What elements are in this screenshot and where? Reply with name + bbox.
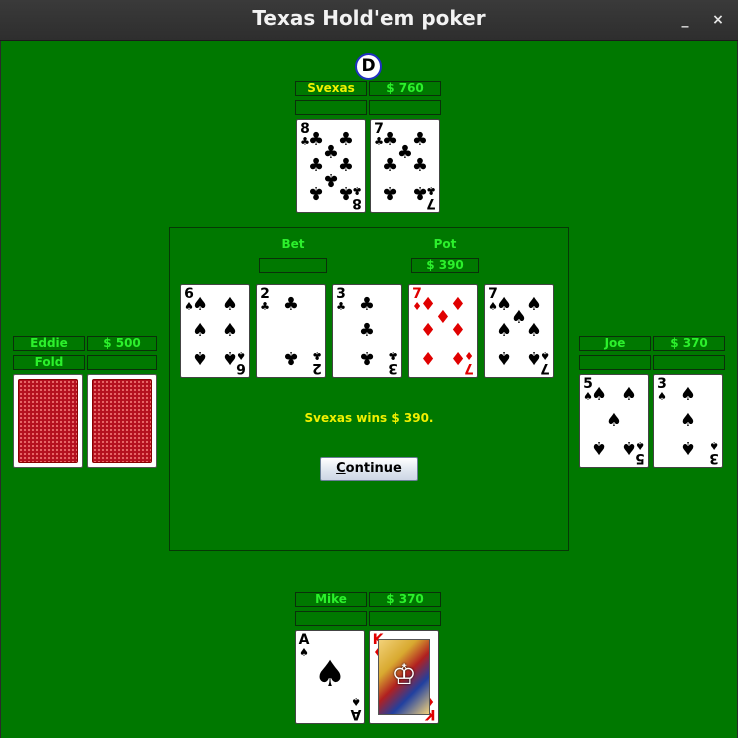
card-index: 3 ♠ (709, 439, 719, 466)
pot-value: $ 390 (411, 258, 479, 273)
player-right-bet (653, 355, 725, 370)
suit-pip-icon: ♦ (449, 346, 467, 368)
suit-pip-icon: ♣ (381, 155, 399, 176)
suit-pip-icon: ♦ (449, 320, 467, 341)
community-card: 6 ♠ 6 ♠ ♠ ♠ ♠ ♠ ♠ ♠ (180, 284, 250, 378)
player-bottom-name: Mike (295, 592, 367, 607)
suit-pip-icon: ♣ (358, 346, 376, 368)
card-index: A ♠ (298, 632, 310, 659)
suit-pip-icon: ♠ (191, 346, 209, 368)
player-right-action (579, 355, 651, 370)
player-top-name: Svexas (295, 81, 367, 96)
card-index: 3 ♣ (336, 286, 346, 313)
player-top-bet (369, 100, 441, 115)
suit-pip-icon: ♣ (282, 294, 300, 316)
title-bar: Texas Hold'em poker _ × (0, 0, 738, 41)
suit-pip-icon: ♠ (679, 384, 697, 406)
player-left-chips: $ 500 (87, 336, 157, 351)
suit-pip-icon: ♣ (411, 155, 429, 176)
player-top-card: 8 ♣ 8 ♣ ♣ ♣ ♣ ♣ ♣ ♣ ♣ ♣ (296, 119, 366, 213)
suit-pip-icon: ♠ (221, 294, 239, 316)
suit-pip-icon: ♠ (221, 320, 239, 341)
suit-pip-icon: ♠ (620, 384, 638, 406)
player-bottom-chips: $ 370 (369, 592, 441, 607)
player-bottom-action (295, 611, 367, 626)
suit-pip-icon: ♠ (191, 294, 209, 316)
suit-icon: ♣ (260, 300, 270, 313)
suit-icon: ♠ (351, 695, 361, 708)
suit-icon: ♠ (709, 439, 719, 452)
player-top-card: 7 ♣ 7 ♣ ♣ ♣ ♣ ♣ ♣ ♣ ♣ (370, 119, 440, 213)
suit-pip-icon: ♣ (411, 181, 429, 203)
suit-pip-icon: ♠ (525, 320, 543, 341)
bet-label: Bet (281, 237, 305, 251)
player-top-chips: $ 760 (369, 81, 441, 96)
suit-icon: ♣ (336, 300, 346, 313)
suit-pip-icon: ♠ (191, 320, 209, 341)
suit-icon: ♠ (657, 390, 667, 403)
suit-icon: ♠ (299, 646, 309, 659)
suit-pip-icon: ♠ (495, 320, 513, 341)
card-index: 2 ♣ (312, 349, 322, 376)
suit-pip-icon: ♣ (358, 294, 376, 316)
pot-label: Pot (433, 237, 457, 251)
suit-icon: ♣ (312, 349, 322, 362)
card-index: A ♠ (350, 695, 362, 722)
suit-pip-icon: ♠ (679, 436, 697, 458)
community-card: 7 ♠ 7 ♠ ♠ ♠ ♠ ♠ ♠ ♠ ♠ (484, 284, 554, 378)
result-message: Svexas wins $ 390. (304, 411, 434, 425)
ace-pip-icon: ♠ (313, 654, 347, 695)
poker-window: Texas Hold'em poker _ × D Svexas $ 760 8… (0, 0, 738, 738)
player-right-chips: $ 370 (653, 336, 725, 351)
suit-pip-icon: ♣ (337, 181, 355, 203)
suit-pip-icon: ♠ (620, 436, 638, 458)
continue-mnemonic: C (336, 461, 346, 476)
suit-pip-icon: ♦ (419, 346, 437, 368)
suit-pip-icon: ♣ (358, 320, 376, 341)
dealer-button: D (355, 53, 382, 80)
suit-icon: ♣ (388, 349, 398, 362)
window-title: Texas Hold'em poker (252, 6, 486, 30)
suit-pip-icon: ♠ (525, 346, 543, 368)
community-card: 7 ♦ 7 ♦ ♦ ♦ ♦ ♦ ♦ ♦ ♦ (408, 284, 478, 378)
card-index: 2 ♣ (260, 286, 270, 313)
close-button[interactable]: × (707, 9, 729, 31)
continue-button[interactable]: Continue (320, 457, 418, 481)
card-index: 3 ♠ (657, 376, 667, 403)
minimize-button[interactable]: _ (674, 9, 696, 31)
player-left-name: Eddie (13, 336, 85, 351)
player-bottom-bet (369, 611, 441, 626)
player-right-name: Joe (579, 336, 651, 351)
suit-pip-icon: ♠ (590, 384, 608, 406)
board-panel (169, 227, 569, 551)
suit-pip-icon: ♠ (221, 346, 239, 368)
suit-pip-icon: ♣ (381, 181, 399, 203)
player-left-bet (87, 355, 157, 370)
king-face-icon: ♔ (378, 639, 430, 715)
suit-pip-icon: ♦ (419, 320, 437, 341)
continue-label: ontinue (345, 461, 402, 476)
player-bottom-card: A ♠ A ♠ ♠ (295, 630, 365, 724)
suit-pip-icon: ♣ (282, 346, 300, 368)
community-card: 2 ♣ 2 ♣ ♣ ♣ (256, 284, 326, 378)
card-index: 3 ♣ (388, 349, 398, 376)
crown-icon: ♔ (391, 658, 417, 691)
bet-value (259, 258, 327, 273)
community-card: 3 ♣ 3 ♣ ♣ ♣ ♣ (332, 284, 402, 378)
suit-pip-icon: ♠ (590, 436, 608, 458)
suit-pip-icon: ♣ (307, 181, 325, 203)
player-top-action (295, 100, 367, 115)
player-bottom-card: K♦K♦♔ (369, 630, 439, 724)
player-left-action: Fold (13, 355, 85, 370)
poker-table: D Svexas $ 760 8 ♣ 8 ♣ ♣ ♣ ♣ ♣ ♣ ♣ ♣ ♣ 7 ♣ 7 ♣ ♣ ♣ ♣ ♣ ♣ ♣ ♣ E… (1, 41, 737, 738)
suit-pip-icon: ♠ (495, 346, 513, 368)
